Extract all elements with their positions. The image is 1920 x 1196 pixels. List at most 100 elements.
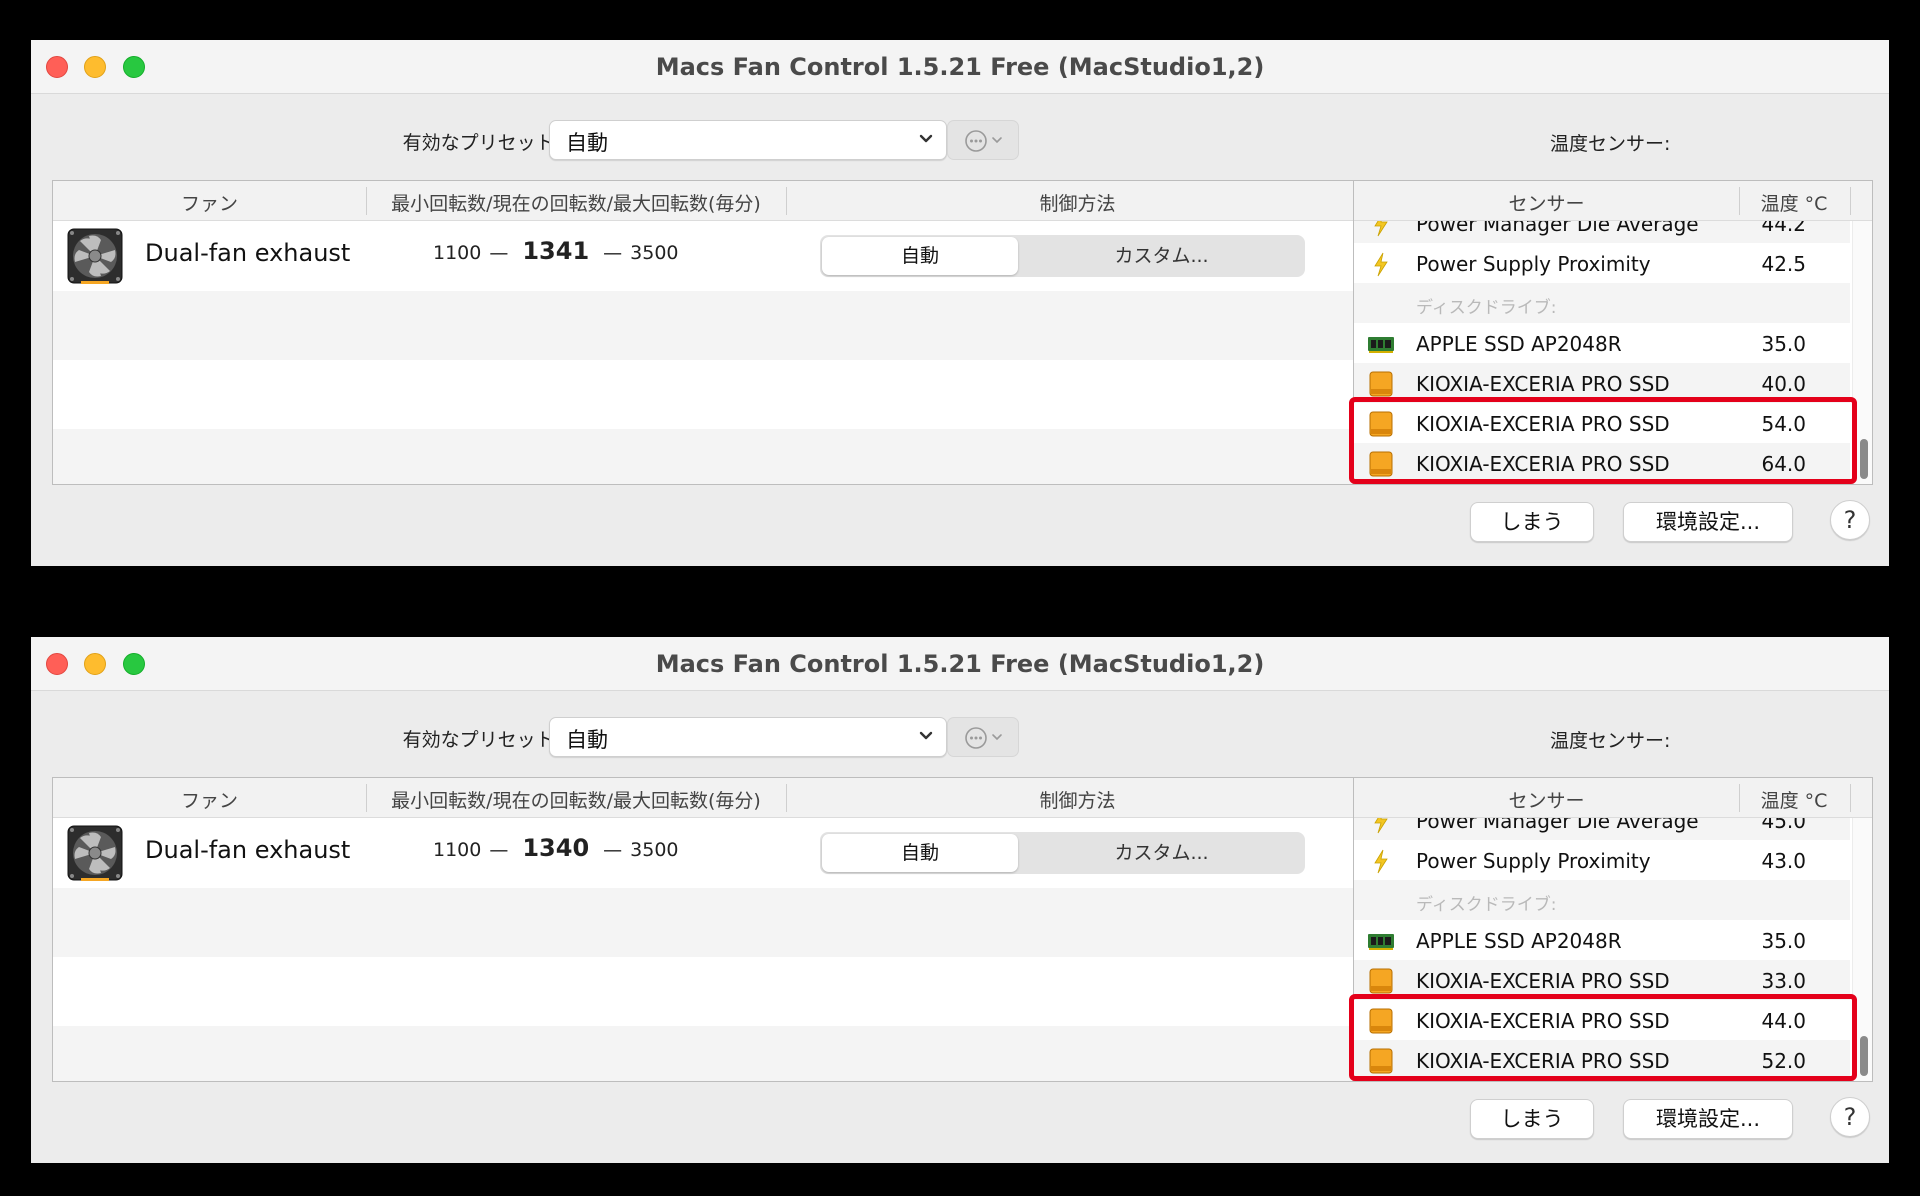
highlight-annotation xyxy=(1349,397,1857,484)
highlight-annotation xyxy=(1349,994,1857,1081)
fan-min-rpm: 1100 xyxy=(433,242,482,264)
fan-icon xyxy=(67,825,123,881)
fan-table-header: ファン 最小回転数/現在の回転数/最大回転数(毎分) 制御方法 xyxy=(53,778,1367,818)
ellipsis-circle-icon xyxy=(965,130,1002,152)
ellipsis-circle-icon xyxy=(965,727,1002,749)
window-title: Macs Fan Control 1.5.21 Free (MacStudio1… xyxy=(655,650,1265,678)
fan-max-rpm: 3500 xyxy=(630,242,679,264)
sensor-value: 40.0 xyxy=(1761,372,1806,396)
sensors-heading: 温度センサー: xyxy=(1550,133,1671,155)
sensor-table-header: センサー 温度 °C xyxy=(1354,181,1872,221)
column-divider xyxy=(1850,187,1851,215)
fan-table-header: ファン 最小回転数/現在の回転数/最大回転数(毎分) 制御方法 xyxy=(53,181,1367,221)
sensor-value: 44.2 xyxy=(1761,221,1806,236)
sensor-row[interactable]: Power Manager Die Average 45.0 xyxy=(1354,818,1850,840)
preset-select-value: 自動 xyxy=(566,728,608,752)
sensor-name: Power Manager Die Average xyxy=(1416,221,1699,236)
lightning-icon xyxy=(1374,818,1388,834)
chevron-down-icon xyxy=(919,134,933,143)
empty-row xyxy=(53,888,1367,957)
preset-label: 有効なプリセット: xyxy=(402,132,561,154)
preferences-button[interactable]: 環境設定... xyxy=(1623,1099,1793,1139)
control-custom-button[interactable]: カスタム... xyxy=(1020,834,1303,872)
sensor-name: APPLE SSD AP2048R xyxy=(1416,929,1622,953)
external-drive-icon xyxy=(1369,968,1393,994)
sensor-name: KIOXIA-EXCERIA PRO SSD xyxy=(1416,969,1670,993)
fan-speed-readout: 1100—1341—3500 xyxy=(433,237,679,265)
hide-button[interactable]: しまう xyxy=(1470,1099,1594,1139)
column-header-sensor[interactable]: センサー xyxy=(1354,189,1739,216)
column-header-fan[interactable]: ファン xyxy=(53,786,366,813)
sensor-name: Power Manager Die Average xyxy=(1416,818,1699,833)
empty-row xyxy=(53,1026,1367,1081)
preset-select[interactable]: 自動 xyxy=(549,120,947,160)
column-header-speed[interactable]: 最小回転数/現在の回転数/最大回転数(毎分) xyxy=(366,786,786,813)
sensor-row[interactable]: Power Supply Proximity 43.0 xyxy=(1354,840,1850,880)
help-button[interactable]: ? xyxy=(1830,1097,1870,1137)
sensor-table-header: センサー 温度 °C xyxy=(1354,778,1872,818)
lightning-icon xyxy=(1374,252,1388,277)
column-header-temp[interactable]: 温度 °C xyxy=(1739,786,1849,813)
fan-row[interactable]: Dual-fan exhaust 1100—1341—3500 自動 カスタム.… xyxy=(53,221,1367,291)
chevron-down-icon xyxy=(919,731,933,740)
fan-table: ファン 最小回転数/現在の回転数/最大回転数(毎分) 制御方法 Dual-fan… xyxy=(52,180,1368,485)
empty-row xyxy=(53,429,1367,484)
sensor-value: 43.0 xyxy=(1761,849,1806,873)
fan-speed-readout: 1100—1340—3500 xyxy=(433,834,679,862)
sensor-row[interactable]: Power Supply Proximity 42.5 xyxy=(1354,243,1850,283)
sensor-value: 42.5 xyxy=(1761,252,1806,276)
hide-button[interactable]: しまう xyxy=(1470,502,1594,542)
sensor-group-label: ディスクドライブ: xyxy=(1416,298,1557,318)
app-window-bottom: Macs Fan Control 1.5.21 Free (MacStudio1… xyxy=(31,637,1889,1163)
sensor-row[interactable]: Power Manager Die Average 44.2 xyxy=(1354,221,1850,243)
column-header-sensor[interactable]: センサー xyxy=(1354,786,1739,813)
window-title: Macs Fan Control 1.5.21 Free (MacStudio1… xyxy=(655,53,1265,81)
sensor-row[interactable]: APPLE SSD AP2048R 35.0 xyxy=(1354,920,1850,960)
column-header-temp[interactable]: 温度 °C xyxy=(1739,189,1849,216)
fan-table: ファン 最小回転数/現在の回転数/最大回転数(毎分) 制御方法 Dual-fan… xyxy=(52,777,1368,1082)
column-divider xyxy=(1850,784,1851,812)
fan-min-rpm: 1100 xyxy=(433,839,482,861)
preferences-button[interactable]: 環境設定... xyxy=(1623,502,1793,542)
empty-row xyxy=(53,291,1367,360)
fan-max-rpm: 3500 xyxy=(630,839,679,861)
sensor-name: KIOXIA-EXCERIA PRO SSD xyxy=(1416,372,1670,396)
control-auto-button[interactable]: 自動 xyxy=(822,834,1018,872)
preset-select[interactable]: 自動 xyxy=(549,717,947,757)
sensor-name: Power Supply Proximity xyxy=(1416,849,1651,873)
sensor-group-label: ディスクドライブ: xyxy=(1416,895,1557,915)
fan-name: Dual-fan exhaust xyxy=(145,239,351,267)
sensors-heading: 温度センサー: xyxy=(1550,730,1671,752)
preset-actions-button[interactable] xyxy=(947,717,1019,757)
title-bar[interactable]: Macs Fan Control 1.5.21 Free (MacStudio1… xyxy=(31,637,1889,691)
control-auto-button[interactable]: 自動 xyxy=(822,237,1018,275)
fan-name: Dual-fan exhaust xyxy=(145,836,351,864)
column-header-control[interactable]: 制御方法 xyxy=(786,786,1367,813)
column-header-fan[interactable]: ファン xyxy=(53,189,366,216)
preset-select-value: 自動 xyxy=(566,131,608,155)
sensor-row[interactable]: APPLE SSD AP2048R 35.0 xyxy=(1354,323,1850,363)
sensor-value: 45.0 xyxy=(1761,818,1806,833)
preset-actions-button[interactable] xyxy=(947,120,1019,160)
app-window-top: Macs Fan Control 1.5.21 Free (MacStudio1… xyxy=(31,40,1889,566)
title-bar[interactable]: Macs Fan Control 1.5.21 Free (MacStudio1… xyxy=(31,40,1889,94)
scroll-thumb[interactable] xyxy=(1860,439,1868,479)
fan-current-rpm: 1340 xyxy=(522,834,590,862)
sensor-name: APPLE SSD AP2048R xyxy=(1416,332,1622,356)
sensor-value: 35.0 xyxy=(1761,332,1806,356)
preset-label: 有効なプリセット: xyxy=(402,729,561,751)
sensor-value: 35.0 xyxy=(1761,929,1806,953)
fan-row[interactable]: Dual-fan exhaust 1100—1340—3500 自動 カスタム.… xyxy=(53,818,1367,888)
fan-current-rpm: 1341 xyxy=(522,237,590,265)
help-button[interactable]: ? xyxy=(1830,500,1870,540)
control-mode-segmented: 自動 カスタム... xyxy=(820,832,1305,874)
ssd-chip-icon xyxy=(1368,934,1394,950)
column-header-speed[interactable]: 最小回転数/現在の回転数/最大回転数(毎分) xyxy=(366,189,786,216)
sensor-group-row: ディスクドライブ: xyxy=(1354,283,1850,323)
scroll-thumb[interactable] xyxy=(1860,1036,1868,1076)
ssd-chip-icon xyxy=(1368,337,1394,353)
column-header-control[interactable]: 制御方法 xyxy=(786,189,1367,216)
fan-icon xyxy=(67,228,123,284)
control-custom-button[interactable]: カスタム... xyxy=(1020,237,1303,275)
lightning-icon xyxy=(1374,849,1388,874)
